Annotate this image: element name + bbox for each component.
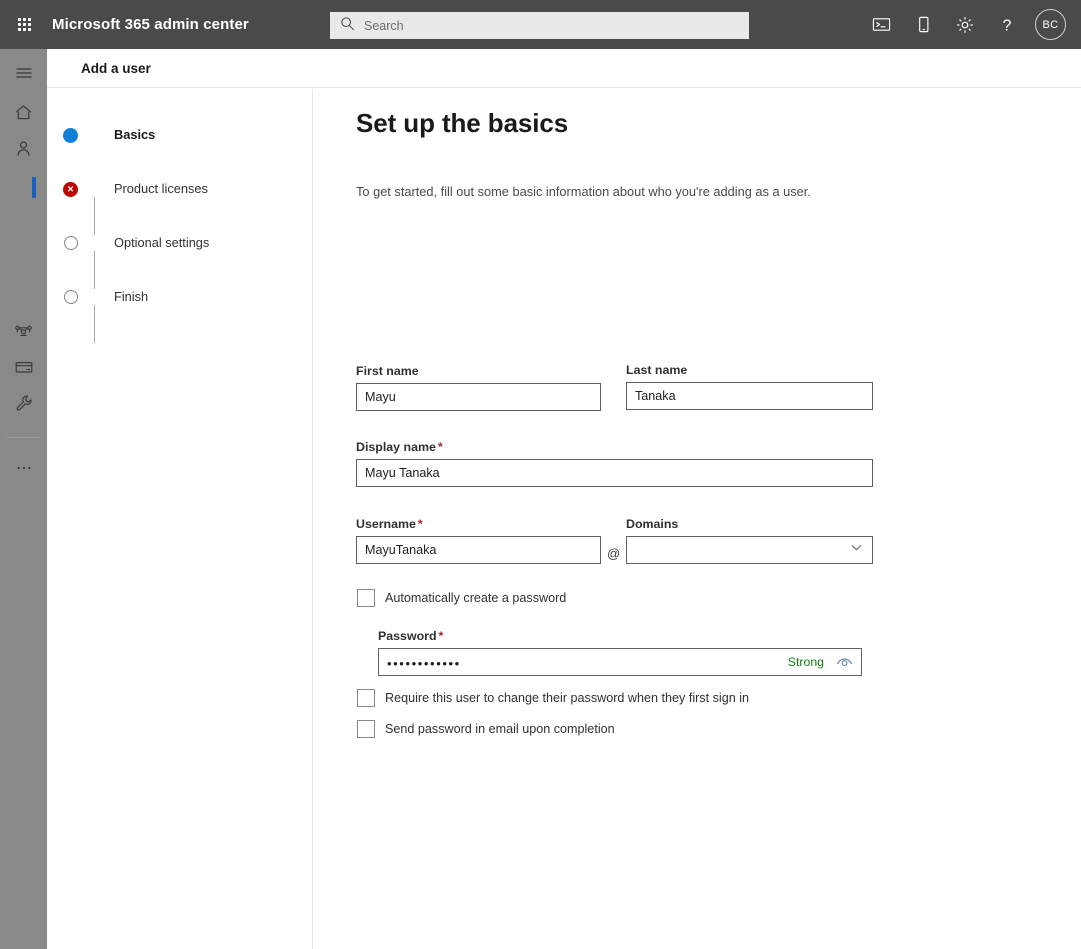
required-asterisk: * xyxy=(417,517,423,531)
wizard-step-finish[interactable]: Finish xyxy=(47,289,312,343)
suite-actions: ? BC xyxy=(860,0,1069,49)
first-name-input[interactable] xyxy=(356,383,601,411)
sidebar-item-setup[interactable] xyxy=(0,387,47,423)
wizard-step-label: Finish xyxy=(114,289,149,304)
chevron-down-icon xyxy=(850,541,863,559)
password-field-group: Password * •••••••••••• Strong xyxy=(378,629,862,676)
eye-reveal-icon[interactable] xyxy=(836,656,853,669)
support-wrench-icon xyxy=(14,393,34,418)
users-person-icon xyxy=(14,139,33,163)
first-name-field-group: First name xyxy=(356,364,601,411)
wizard-bullet xyxy=(47,289,94,304)
password-label-text: Password xyxy=(378,629,437,643)
wizard-bullet xyxy=(47,235,94,250)
sidebar-item-users[interactable] xyxy=(0,133,47,169)
mobile-device-icon[interactable] xyxy=(902,0,944,49)
gear-icon[interactable] xyxy=(944,0,986,49)
basics-form: Set up the basics To get started, fill o… xyxy=(356,89,1056,738)
avatar[interactable]: BC xyxy=(1035,9,1066,40)
sidebar-item-teams-groups[interactable] xyxy=(0,315,47,351)
display-name-label-text: Display name xyxy=(356,440,436,454)
last-name-field-group: Last name xyxy=(626,363,873,410)
wizard-bullet: ✕ xyxy=(47,181,94,197)
hamburger-menu-icon xyxy=(15,64,33,87)
wizard-step-product-licenses[interactable]: ✕ Product licenses xyxy=(47,181,312,235)
wizard-step-label: Product licenses xyxy=(114,181,208,196)
domains-dropdown[interactable] xyxy=(626,536,873,564)
avatar-initials: BC xyxy=(1042,18,1059,31)
sidebar-item-home[interactable] xyxy=(0,97,47,133)
username-field-group: Username * xyxy=(356,517,601,564)
password-label: Password * xyxy=(378,629,862,643)
sidebar-item-show-all[interactable] xyxy=(0,452,47,488)
wizard-step-optional-settings[interactable]: Optional settings xyxy=(47,235,312,289)
auto-create-password-checkbox[interactable] xyxy=(357,589,375,607)
wizard-bullet xyxy=(47,127,94,143)
required-asterisk: * xyxy=(437,440,443,454)
billing-card-icon xyxy=(14,357,34,382)
send-password-email-label: Send password in email upon completion xyxy=(385,722,615,736)
display-name-field-group: Display name * xyxy=(356,440,873,487)
password-input[interactable]: •••••••••••• Strong xyxy=(378,648,862,676)
wizard-step-label: Basics xyxy=(114,127,156,142)
global-search-box[interactable] xyxy=(330,12,749,39)
domains-label: Domains xyxy=(626,517,679,531)
password-strength-label: Strong xyxy=(787,655,824,669)
sidebar-item-users-selected-indicator[interactable] xyxy=(0,169,47,205)
at-symbol: @ xyxy=(607,546,621,561)
require-password-change-label: Require this user to change their passwo… xyxy=(385,691,750,705)
username-label-text: Username xyxy=(356,517,416,531)
password-masked-value: •••••••••••• xyxy=(387,655,461,671)
wizard-step-label: Optional settings xyxy=(114,235,210,250)
domains-field-group: Domains xyxy=(626,517,873,564)
first-name-label: First name xyxy=(356,364,419,378)
send-password-email-checkbox-row[interactable]: Send password in email upon completion xyxy=(357,720,615,738)
waffle-icon xyxy=(17,18,31,31)
form-lede: To get started, fill out some basic info… xyxy=(356,184,811,199)
display-name-label: Display name * xyxy=(356,440,873,454)
suite-header-bar: Microsoft 365 admin center Search ? BC xyxy=(0,0,1081,49)
page-header: Add a user xyxy=(47,49,1081,88)
wizard-progress-rail: Basics ✕ Product licenses Optional setti… xyxy=(47,89,313,949)
username-label: Username * xyxy=(356,517,601,531)
help-icon[interactable]: ? xyxy=(986,0,1028,49)
cloud-shell-icon[interactable] xyxy=(860,0,902,49)
empty-circle-icon xyxy=(63,236,78,250)
display-name-input[interactable] xyxy=(356,459,873,487)
empty-circle-icon xyxy=(63,290,78,304)
last-name-input[interactable] xyxy=(626,382,873,410)
require-password-change-checkbox[interactable] xyxy=(357,689,375,707)
page-content: Basics ✕ Product licenses Optional setti… xyxy=(47,89,1081,949)
wizard-step-basics[interactable]: Basics xyxy=(47,127,312,181)
username-input[interactable] xyxy=(356,536,601,564)
search-icon xyxy=(340,16,355,36)
required-asterisk: * xyxy=(438,629,444,643)
search-input[interactable] xyxy=(364,18,739,33)
auto-create-password-label: Automatically create a password xyxy=(385,591,567,605)
home-icon xyxy=(14,103,33,127)
require-password-change-checkbox-row[interactable]: Require this user to change their passwo… xyxy=(357,689,749,707)
page-title: Add a user xyxy=(81,60,151,76)
form-heading: Set up the basics xyxy=(356,108,569,138)
admin-center-page: Microsoft 365 admin center Search ? BC A… xyxy=(0,0,1081,949)
send-password-email-checkbox[interactable] xyxy=(357,720,375,738)
suite-title: Microsoft 365 admin center xyxy=(52,16,249,33)
app-launcher-button[interactable] xyxy=(0,0,48,49)
left-nav-rail xyxy=(0,49,47,949)
sidebar-item-menu-toggle[interactable] xyxy=(0,57,47,93)
sidebar-item-billing[interactable] xyxy=(0,351,47,387)
last-name-label: Last name xyxy=(626,363,688,377)
show-all-ellipsis-icon xyxy=(14,458,34,483)
error-circle-icon: ✕ xyxy=(63,182,78,197)
selection-indicator xyxy=(32,176,36,198)
teams-groups-icon xyxy=(13,320,34,346)
wizard-step-list: Basics ✕ Product licenses Optional setti… xyxy=(47,127,312,343)
auto-create-password-checkbox-row[interactable]: Automatically create a password xyxy=(357,589,566,607)
svg-text:?: ? xyxy=(1003,17,1012,34)
filled-circle-icon xyxy=(63,128,78,143)
